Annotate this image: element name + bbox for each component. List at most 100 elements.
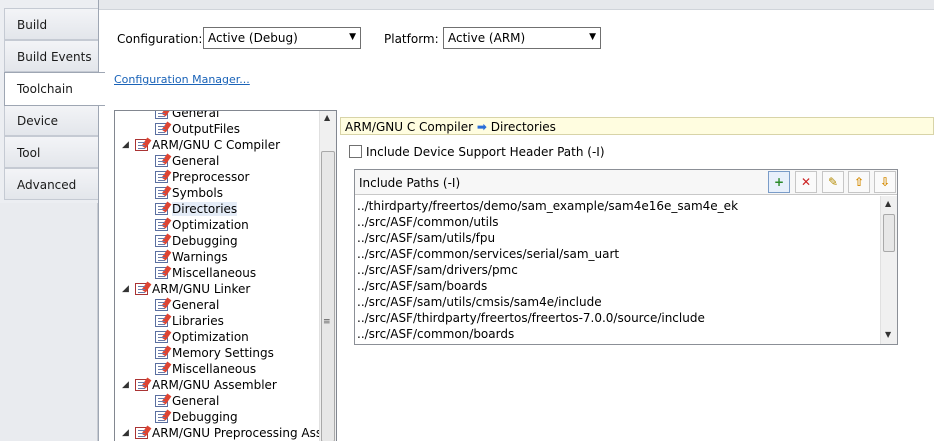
tree-node[interactable]: OutputFiles xyxy=(155,121,240,138)
tree-node-group[interactable]: ◢ ARM/GNU Assembler xyxy=(122,377,277,394)
page-icon xyxy=(155,345,172,359)
include-device-checkbox[interactable] xyxy=(349,145,362,158)
tab-label: Toolchain xyxy=(17,82,73,96)
page-icon xyxy=(155,313,172,327)
breadcrumb: ARM/GNU C Compiler ➡ Directories xyxy=(340,117,934,135)
tab-label: Device xyxy=(17,114,59,128)
breadcrumb-current: Directories xyxy=(490,120,556,134)
grip-icon: ≡ xyxy=(323,317,331,327)
tab-label: Advanced xyxy=(17,178,77,192)
tree-node[interactable]: Optimization xyxy=(155,329,249,346)
tree-node[interactable]: Miscellaneous xyxy=(155,361,256,378)
tabs-background xyxy=(0,203,98,441)
arrow-right-icon: ➡ xyxy=(476,120,487,134)
collapse-icon[interactable]: ◢ xyxy=(122,380,129,390)
include-paths-panel: Include Paths (-I) + ✕ ✎ ⇧ ⇩ ../thirdpar… xyxy=(354,169,898,345)
top-strip xyxy=(99,0,934,10)
edit-item-button[interactable]: ✎ xyxy=(822,171,844,193)
scrollbar-thumb[interactable] xyxy=(883,214,895,252)
tree-node-group[interactable]: ◢ARM/GNU Preprocessing Assembler xyxy=(122,425,336,441)
page-icon xyxy=(155,393,172,407)
paths-scrollbar[interactable]: ▲ ▼ xyxy=(880,196,897,344)
tree-node[interactable]: Preprocessor xyxy=(155,169,249,186)
delete-item-icon: ✕ xyxy=(800,175,812,189)
tree-node[interactable]: Memory Settings xyxy=(155,345,274,362)
collapse-icon[interactable]: ◢ xyxy=(122,140,129,150)
list-item[interactable]: ../thirdparty/freertos/demo/sam_example/… xyxy=(357,199,738,215)
add-item-button[interactable]: + xyxy=(768,171,790,193)
include-device-label: Include Device Support Header Path (-I) xyxy=(366,145,605,159)
collapse-icon[interactable]: ◢ xyxy=(122,284,129,294)
configuration-select[interactable]: Active (Debug) ▼ xyxy=(203,27,361,49)
scroll-up-icon[interactable]: ▲ xyxy=(324,113,330,122)
page-icon xyxy=(155,409,172,423)
scroll-down-icon[interactable]: ▼ xyxy=(885,330,891,339)
page-icon xyxy=(155,297,172,311)
tab-advanced[interactable]: Advanced xyxy=(4,168,98,200)
include-paths-title: Include Paths (-I) xyxy=(359,176,461,190)
tree-node[interactable]: General xyxy=(155,393,219,410)
tab-label: Build Events xyxy=(17,50,92,64)
tree-node[interactable]: Debugging xyxy=(155,233,238,250)
platform-value: Active (ARM) xyxy=(448,31,526,45)
breadcrumb-parent: ARM/GNU C Compiler xyxy=(345,120,474,134)
tab-toolchain[interactable]: Toolchain xyxy=(4,72,105,106)
tree-node[interactable]: Miscellaneous xyxy=(155,265,256,282)
tree-node[interactable]: Symbols xyxy=(155,185,223,202)
tree-node[interactable]: Optimization xyxy=(155,217,249,234)
platform-label: Platform: xyxy=(384,32,439,46)
page-icon xyxy=(155,265,172,279)
configuration-manager-link[interactable]: Configuration Manager... xyxy=(114,73,250,86)
tab-label: Tool xyxy=(17,146,41,160)
tree-node[interactable]: Warnings xyxy=(155,249,228,266)
delete-item-button[interactable]: ✕ xyxy=(795,171,817,193)
page-icon xyxy=(155,185,172,199)
configuration-value: Active (Debug) xyxy=(208,31,298,45)
list-item[interactable]: ../src/ASF/common/services/serial/sam_ua… xyxy=(357,247,619,263)
list-item[interactable]: ../src/ASF/thirdparty/freertos/freertos-… xyxy=(357,311,705,327)
tab-device[interactable]: Device xyxy=(4,104,98,136)
page-icon xyxy=(155,111,172,119)
list-item[interactable]: ../src/ASF/sam/utils/fpu xyxy=(357,231,495,247)
tree-node[interactable]: General xyxy=(155,297,219,314)
page-icon xyxy=(155,329,172,343)
platform-select[interactable]: Active (ARM) ▼ xyxy=(443,27,601,49)
chevron-down-icon: ▼ xyxy=(589,32,596,42)
tree-node[interactable]: General xyxy=(155,111,219,122)
include-paths-list[interactable]: ../thirdparty/freertos/demo/sam_example/… xyxy=(355,196,879,344)
page-icon xyxy=(155,361,172,375)
move-down-icon: ⇩ xyxy=(879,175,891,189)
scrollbar-thumb[interactable] xyxy=(321,151,335,441)
scroll-up-icon[interactable]: ▲ xyxy=(885,199,891,208)
list-item[interactable]: ../src/ASF/common/boards xyxy=(357,327,514,343)
move-down-button[interactable]: ⇩ xyxy=(874,171,896,193)
tree-node-group[interactable]: ◢ ARM/GNU Linker xyxy=(122,281,250,298)
list-item[interactable]: ../src/ASF/common/utils xyxy=(357,215,499,231)
tree-node[interactable]: Debugging xyxy=(155,409,238,426)
configuration-label: Configuration: xyxy=(117,32,203,46)
page-icon xyxy=(155,249,172,263)
settings-page-icon xyxy=(135,281,152,295)
list-item[interactable]: ../src/ASF/sam/boards xyxy=(357,279,487,295)
move-up-icon: ⇧ xyxy=(853,175,865,189)
tab-tool[interactable]: Tool xyxy=(4,136,98,168)
tree-node[interactable]: Libraries xyxy=(155,313,224,330)
property-tabs: Build Build Events Toolchain Device Tool… xyxy=(0,0,105,441)
page-icon xyxy=(155,217,172,231)
collapse-icon[interactable]: ◢ xyxy=(122,428,129,438)
tree-node-selected[interactable]: Directories xyxy=(155,201,238,218)
tree-node-group[interactable]: ◢ ARM/GNU C Compiler xyxy=(122,137,280,154)
list-item[interactable]: ../src/ASF/sam/drivers/pmc xyxy=(357,263,518,279)
move-up-button[interactable]: ⇧ xyxy=(848,171,870,193)
add-item-icon: + xyxy=(773,175,785,189)
settings-page-icon xyxy=(135,137,152,151)
tree-scrollbar[interactable]: ▲ ≡ xyxy=(319,111,336,441)
page-icon xyxy=(155,153,172,167)
settings-page-icon xyxy=(135,425,152,439)
edit-item-icon: ✎ xyxy=(827,175,839,189)
tree-node[interactable]: General xyxy=(155,153,219,170)
chevron-down-icon: ▼ xyxy=(349,32,356,42)
tab-build[interactable]: Build xyxy=(4,8,98,40)
list-item[interactable]: ../src/ASF/sam/utils/cmsis/sam4e/include xyxy=(357,295,602,311)
tab-build-events[interactable]: Build Events xyxy=(4,40,98,72)
